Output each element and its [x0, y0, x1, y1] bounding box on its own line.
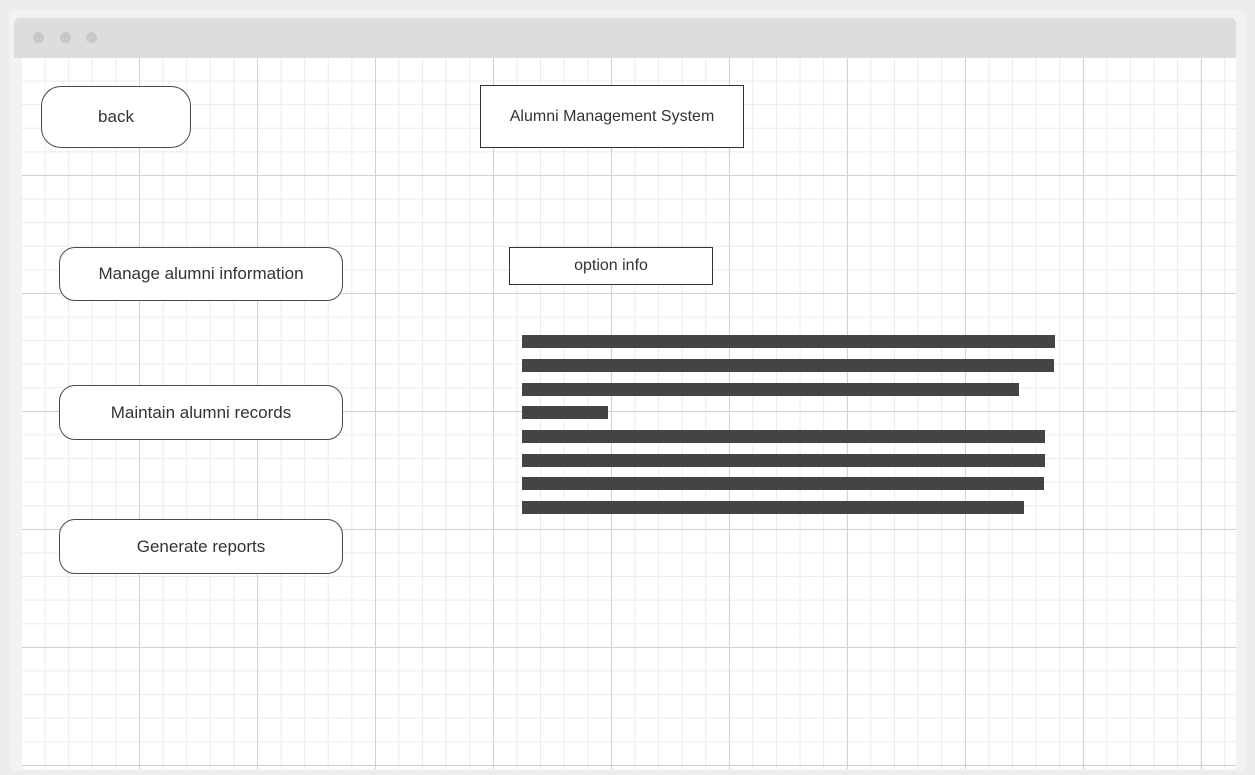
placeholder-text-line — [522, 430, 1045, 443]
window-close-dot[interactable] — [33, 32, 44, 43]
placeholder-text-line — [522, 359, 1054, 372]
placeholder-text-line — [522, 383, 1019, 396]
window-maximize-dot[interactable] — [86, 32, 97, 43]
placeholder-text-line — [522, 335, 1055, 348]
page-title-text: Alumni Management System — [509, 107, 715, 125]
placeholder-text-line — [522, 477, 1044, 490]
window-titlebar — [14, 18, 1236, 58]
generate-reports-button[interactable]: Generate reports — [59, 519, 343, 574]
placeholder-text-line — [522, 406, 608, 419]
page-title: Alumni Management System — [480, 85, 744, 148]
menu-item-label: Maintain alumni records — [110, 402, 292, 422]
back-button[interactable]: back — [41, 86, 191, 148]
back-button-label: back — [98, 107, 134, 126]
menu-item-label: Manage alumni information — [98, 264, 304, 283]
option-info-text: option info — [574, 257, 648, 274]
window-minimize-dot[interactable] — [60, 32, 71, 43]
manage-alumni-information-button[interactable]: Manage alumni information — [59, 247, 343, 301]
placeholder-text-line — [522, 454, 1045, 467]
maintain-alumni-records-button[interactable]: Maintain alumni records — [59, 385, 343, 440]
placeholder-text-line — [522, 501, 1024, 514]
option-info-label: option info — [509, 247, 713, 285]
menu-item-label: Generate reports — [136, 536, 266, 556]
